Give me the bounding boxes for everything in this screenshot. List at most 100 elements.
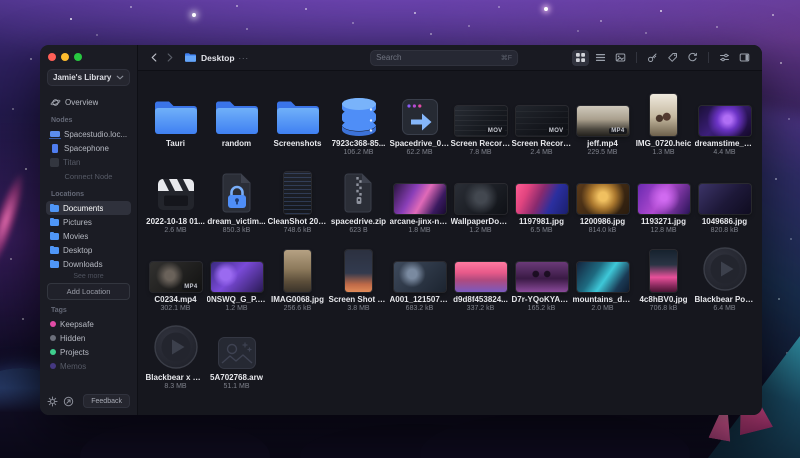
file-item[interactable]: IMG_0720.heic 1.3 MB: [633, 79, 694, 157]
file-item[interactable]: Screen Shot 2... 3.8 MB: [328, 235, 389, 313]
search-box[interactable]: ⌘F: [370, 49, 519, 66]
file-item[interactable]: Screenshots: [267, 79, 328, 157]
sidebar-item-documents[interactable]: Documents: [46, 201, 131, 215]
sidebar-item-movies[interactable]: Movies: [46, 229, 131, 243]
sidebar-item-memos[interactable]: Memos: [46, 359, 131, 373]
file-thumbnail: [454, 165, 507, 214]
file-item[interactable]: WallpaperDog-... 1.2 MB: [450, 157, 511, 235]
file-item[interactable]: arcane-jinx-ne... 1.8 MB: [389, 157, 450, 235]
current-location: Desktop: [201, 52, 235, 63]
file-item[interactable]: random: [206, 79, 267, 157]
file-size: 62.2 MB: [406, 149, 433, 156]
installer-icon: [401, 98, 439, 136]
image-thumbnail: [698, 105, 751, 136]
video-thumbnail: MP4: [576, 105, 629, 136]
tag-color-dot: [50, 349, 56, 355]
sidebar-item-spacephone[interactable]: Spacephone: [46, 141, 131, 155]
search-input[interactable]: [376, 53, 501, 62]
image-thumbnail: [393, 183, 446, 214]
view-grid-button[interactable]: [572, 49, 589, 66]
sidebar-item-spacestudio-loc[interactable]: Spacestudio.loc...: [46, 127, 131, 141]
grid-view-icon: [576, 53, 585, 62]
feedback-button[interactable]: Feedback: [83, 394, 130, 408]
sidebar-item-hidden[interactable]: Hidden: [46, 331, 131, 345]
file-thumbnail: [515, 165, 568, 214]
file-name: 1049686.jpg: [701, 216, 748, 226]
sidebar-item-projects[interactable]: Projects: [46, 345, 131, 359]
file-item[interactable]: Tauri: [145, 79, 206, 157]
refresh-button[interactable]: [684, 50, 701, 66]
file-thumbnail: [698, 87, 751, 136]
file-grid: Tauri random Screenshots 7923c368-85... 106.…: [138, 71, 762, 415]
key-icon: [648, 53, 657, 62]
file-item[interactable]: MP4 C0234.mp4 302.1 MB: [145, 235, 206, 313]
file-item[interactable]: MP4 jeff.mp4 229.5 MB: [572, 79, 633, 157]
connect-node-button[interactable]: Connect Node: [47, 169, 130, 184]
file-item[interactable]: 1193271.jpg 12.8 MB: [633, 157, 694, 235]
image-thumbnail: [454, 261, 507, 292]
folder-icon: [50, 245, 59, 254]
library-name: Jamie's Library: [53, 73, 112, 82]
file-item[interactable]: 0NSWQ_G_P.p... 1.2 MB: [206, 235, 267, 313]
file-item[interactable]: 1197981.jpg 6.5 MB: [511, 157, 572, 235]
sidebar-item-pictures[interactable]: Pictures: [46, 215, 131, 229]
image-thumbnail: [576, 183, 629, 214]
file-name: Tauri: [166, 138, 185, 148]
sidebar-item-overview[interactable]: Overview: [46, 94, 131, 110]
sidebar-item-downloads[interactable]: Downloads: [46, 257, 131, 271]
file-thumbnail: [576, 243, 629, 292]
file-item[interactable]: dreamstime_x... 4.4 MB: [694, 79, 755, 157]
sidebar-item-titan[interactable]: Titan: [46, 155, 131, 169]
key-manager-button[interactable]: [644, 50, 661, 66]
file-item[interactable]: D7r-YQoKYAUt... 165.2 kB: [511, 235, 572, 313]
see-more-link[interactable]: See more: [47, 273, 130, 280]
file-item[interactable]: mountains_dri... 2.0 MB: [572, 235, 633, 313]
spacedrive-window: Jamie's Library Overview Nodes Spacestudi…: [40, 45, 762, 415]
settings-button[interactable]: [47, 396, 58, 407]
tag-assign-button[interactable]: [664, 50, 681, 66]
add-location-button[interactable]: Add Location: [47, 283, 130, 300]
file-item[interactable]: 1049686.jpg 820.8 kB: [694, 157, 755, 235]
sidebar-item-keepsafe[interactable]: Keepsafe: [46, 317, 131, 331]
sliders-icon: [720, 53, 729, 62]
spacedrop-button[interactable]: [63, 396, 74, 407]
sidebar-item-label: Projects: [60, 347, 89, 357]
file-item[interactable]: IMAG0068.jpg 256.6 kB: [267, 235, 328, 313]
file-item[interactable]: MOV Screen Recordi... 2.4 MB: [511, 79, 572, 157]
file-item[interactable]: 7923c368-85... 106.2 MB: [328, 79, 389, 157]
file-item[interactable]: 2022-10-18 01... 2.6 MB: [145, 157, 206, 235]
file-item[interactable]: Spacedrive_0.1... 62.2 MB: [389, 79, 450, 157]
inspector-toggle-button[interactable]: [736, 50, 753, 66]
file-item[interactable]: 5A702768.arw 51.1 MB: [206, 313, 267, 391]
file-item[interactable]: A001_1215070... 683.2 kB: [389, 235, 450, 313]
file-thumbnail: [702, 243, 748, 292]
file-item[interactable]: Blackbear Post... 6.4 MB: [694, 235, 755, 313]
file-item[interactable]: MOV Screen Recordi... 7.8 MB: [450, 79, 511, 157]
play-icon: [702, 246, 748, 292]
sidebar-item-desktop[interactable]: Desktop: [46, 243, 131, 257]
overview-planet-icon: [50, 98, 61, 106]
file-size: 1.3 MB: [652, 149, 675, 156]
file-size: 229.5 MB: [587, 149, 618, 156]
file-item[interactable]: 4c8hBV0.jpg 706.8 kB: [633, 235, 694, 313]
file-size: 1.8 MB: [408, 227, 431, 234]
sidebar-item-label: Documents: [63, 203, 104, 213]
format-badge: MP4: [182, 283, 200, 290]
file-item[interactable]: CleanShot 202... 748.6 kB: [267, 157, 328, 235]
back-button[interactable]: [147, 51, 162, 64]
minimize-button[interactable]: [61, 53, 69, 61]
view-list-button[interactable]: [592, 50, 609, 66]
file-item[interactable]: d9d8f453824... 337.2 kB: [450, 235, 511, 313]
breadcrumb[interactable]: Desktop ...: [184, 52, 249, 63]
forward-button[interactable]: [162, 51, 177, 64]
toolbar-actions: [572, 49, 753, 66]
file-item[interactable]: dream_victim... 850.3 kB: [206, 157, 267, 235]
file-item[interactable]: spacedrive.zip 623 B: [328, 157, 389, 235]
library-switcher[interactable]: Jamie's Library: [47, 69, 130, 86]
close-button[interactable]: [48, 53, 56, 61]
file-item[interactable]: Blackbear x Ho... 8.3 MB: [145, 313, 206, 391]
file-item[interactable]: 1200986.jpg 814.0 kB: [572, 157, 633, 235]
zoom-button[interactable]: [74, 53, 82, 61]
view-media-button[interactable]: [612, 50, 629, 66]
explorer-settings-button[interactable]: [716, 50, 733, 66]
